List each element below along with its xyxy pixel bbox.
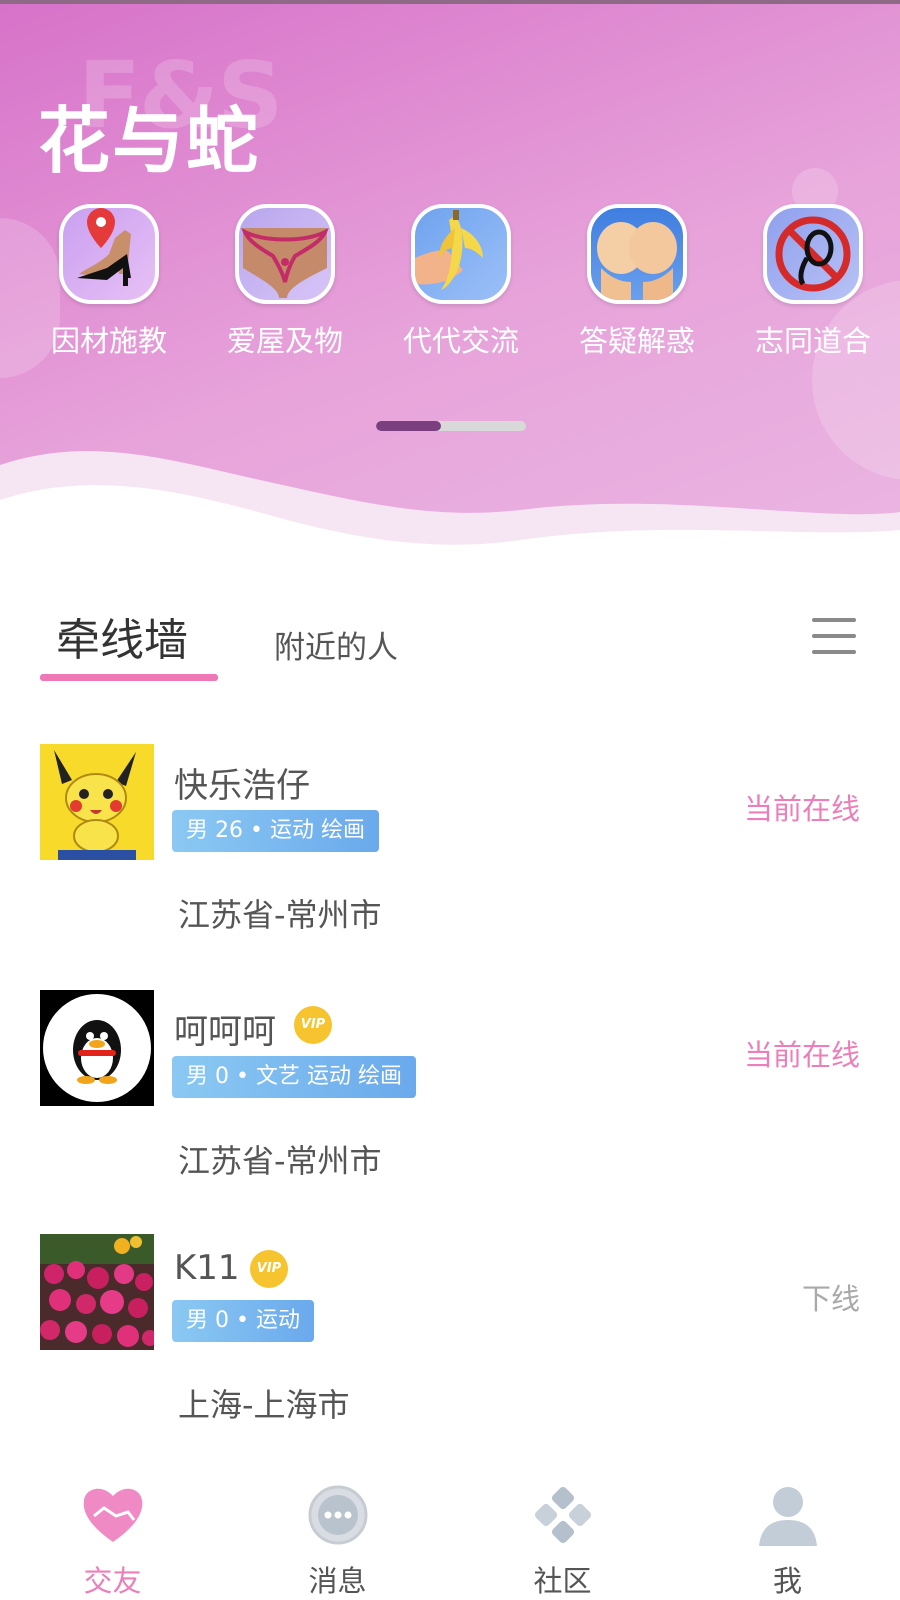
tab-nearby-people[interactable]: 附近的人 — [274, 622, 398, 667]
community-icon — [530, 1482, 596, 1548]
list-item[interactable]: 快乐浩仔 男 26 • 运动 绘画 江苏省-常州市 当前在线 — [0, 744, 900, 964]
pager-indicator — [376, 421, 441, 431]
list-item[interactable]: 呵呵呵 VIP 男 0 • 文艺 运动 绘画 江苏省-常州市 当前在线 — [0, 990, 900, 1210]
category-item[interactable]: 代代交流 — [386, 204, 536, 360]
nav-label: 交友 — [83, 1564, 142, 1598]
header-wave — [0, 451, 900, 560]
carousel-pager — [376, 421, 526, 431]
lingerie-icon — [235, 204, 335, 304]
category-label: 因材施教 — [50, 324, 167, 358]
tab-matchmaking-wall[interactable]: 牵线墙 — [56, 604, 188, 668]
user-location: 上海-上海市 — [178, 1386, 350, 1424]
nav-item-community[interactable]: 社区 — [450, 1466, 675, 1600]
pikachu-avatar[interactable] — [40, 744, 154, 860]
heart-handshake-icon — [80, 1482, 146, 1548]
nav-label: 社区 — [533, 1564, 592, 1598]
location-heel-icon — [59, 204, 159, 304]
nav-item-messages[interactable]: 消息 — [225, 1466, 450, 1600]
nav-item-me[interactable]: 我 — [675, 1466, 900, 1600]
header-banner: F&S 花与蛇 因材施教 爱屋及物 代代交流 答疑解惑 志同道合 — [0, 0, 900, 560]
nav-label: 我 — [772, 1564, 802, 1598]
user-tags: 男 0 • 运动 — [172, 1300, 314, 1342]
category-item[interactable]: 爱屋及物 — [210, 204, 360, 360]
user-location: 江苏省-常州市 — [178, 1142, 382, 1180]
category-item[interactable]: 因材施教 — [34, 204, 184, 360]
penguin-avatar[interactable] — [40, 990, 154, 1106]
person-icon — [755, 1482, 821, 1548]
category-label: 答疑解惑 — [578, 324, 695, 358]
nav-label: 消息 — [308, 1564, 367, 1598]
user-name[interactable]: K11 — [174, 1248, 240, 1288]
user-tags: 男 0 • 文艺 运动 绘画 — [172, 1056, 416, 1098]
hands-icon — [587, 204, 687, 304]
category-item[interactable]: 答疑解惑 — [562, 204, 712, 360]
category-label: 志同道合 — [754, 324, 871, 358]
chat-bubble-icon — [305, 1482, 371, 1548]
category-label: 爱屋及物 — [226, 324, 343, 358]
menu-icon[interactable] — [812, 618, 858, 656]
banana-icon — [411, 204, 511, 304]
category-carousel[interactable]: 因材施教 爱屋及物 代代交流 答疑解惑 志同道合 — [0, 204, 900, 364]
tab-bar: 牵线墙 附近的人 — [0, 590, 900, 681]
category-item[interactable]: 志同道合 — [738, 204, 888, 360]
user-tags: 男 26 • 运动 绘画 — [172, 810, 379, 852]
user-name[interactable]: 快乐浩仔 — [174, 758, 310, 807]
user-name[interactable]: 呵呵呵 — [174, 1004, 276, 1053]
status-badge: 下线 — [801, 1282, 860, 1316]
status-badge: 当前在线 — [743, 792, 860, 826]
no-sign-icon — [763, 204, 863, 304]
tab-active-indicator — [40, 674, 218, 681]
app-title: 花与蛇 — [38, 99, 261, 183]
category-label: 代代交流 — [402, 324, 519, 358]
list-item[interactable]: K11 VIP 男 0 • 运动 上海-上海市 下线 — [0, 1234, 900, 1454]
vip-badge-icon: VIP — [294, 1006, 332, 1044]
user-location: 江苏省-常州市 — [178, 896, 382, 934]
status-badge: 当前在线 — [743, 1038, 860, 1072]
nav-item-friends[interactable]: 交友 — [0, 1466, 225, 1600]
status-line — [0, 0, 900, 4]
flowers-avatar[interactable] — [40, 1234, 154, 1350]
vip-badge-icon: VIP — [250, 1250, 288, 1288]
bottom-nav: 交友 消息 社区 我 — [0, 1466, 900, 1600]
